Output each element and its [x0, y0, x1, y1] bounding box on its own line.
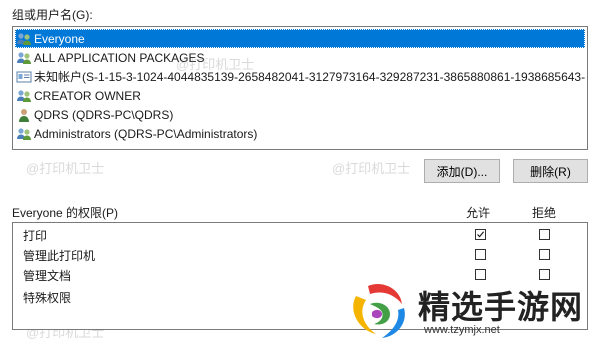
- deny-column-header: 拒绝: [532, 206, 557, 220]
- permission-name: 特殊权限: [23, 290, 72, 305]
- watermark-text: @打印机卫士: [26, 161, 105, 176]
- unknown-account-icon: [16, 71, 32, 82]
- brand-overlay: 精选手游网 www.tzymjx.net: [346, 278, 600, 342]
- user-group-icon: [17, 32, 31, 45]
- user-label: Administrators (QDRS-PC\Administrators): [34, 126, 258, 141]
- allow-column-header: 允许: [466, 206, 491, 220]
- list-item-qdrs[interactable]: QDRS (QDRS-PC\QDRS): [15, 105, 585, 124]
- user-group-icon: [17, 89, 31, 102]
- list-item-unknown-account[interactable]: 未知帐户(S-1-15-3-1024-4044835139-2658482041…: [15, 67, 585, 86]
- permission-name: 打印: [23, 228, 48, 243]
- allow-manage-printer-checkbox[interactable]: [475, 249, 486, 260]
- brand-logo-icon: [353, 284, 405, 338]
- brand-url: www.tzymjx.net: [424, 324, 500, 336]
- brand-title: 精选手游网: [418, 288, 584, 326]
- permission-row-manage-documents: 管理文档: [23, 266, 71, 284]
- deny-manage-printer-checkbox[interactable]: [539, 249, 550, 260]
- list-item-creator-owner[interactable]: CREATOR OWNER: [15, 86, 585, 105]
- permission-row-manage-printer: 管理此打印机: [23, 246, 95, 264]
- user-icon: [19, 108, 29, 122]
- permission-row-special-permissions: 特殊权限: [23, 288, 71, 306]
- user-group-icon: [17, 127, 31, 140]
- permission-name: 管理此打印机: [23, 248, 96, 263]
- users-list[interactable]: Everyone ALL APPLICATION PACKAGES 未知帐户(S…: [12, 26, 588, 150]
- user-label: Everyone: [34, 31, 85, 46]
- deny-print-checkbox[interactable]: [539, 229, 550, 240]
- remove-button[interactable]: 删除(R): [513, 159, 588, 183]
- user-label: ALL APPLICATION PACKAGES: [34, 50, 205, 65]
- group-or-user-names-label: 组或用户名(G):: [12, 8, 93, 22]
- user-label: CREATOR OWNER: [34, 88, 141, 103]
- allow-print-checkbox[interactable]: [475, 229, 486, 240]
- checkmark-icon: [477, 231, 485, 238]
- add-button[interactable]: 添加(D)...: [424, 159, 500, 183]
- permissions-label: Everyone 的权限(P): [12, 206, 119, 220]
- user-group-icon: [17, 51, 31, 64]
- user-label: QDRS (QDRS-PC\QDRS): [34, 107, 174, 122]
- list-item-all-application-packages[interactable]: ALL APPLICATION PACKAGES: [15, 48, 585, 67]
- permission-row-print: 打印: [23, 226, 47, 244]
- list-item-administrators[interactable]: Administrators (QDRS-PC\Administrators): [15, 124, 585, 143]
- list-item-everyone[interactable]: Everyone: [15, 29, 585, 48]
- permission-name: 管理文档: [23, 268, 72, 283]
- watermark-text: @打印机卫士: [332, 161, 411, 176]
- user-label: 未知帐户(S-1-15-3-1024-4044835139-2658482041…: [34, 70, 585, 84]
